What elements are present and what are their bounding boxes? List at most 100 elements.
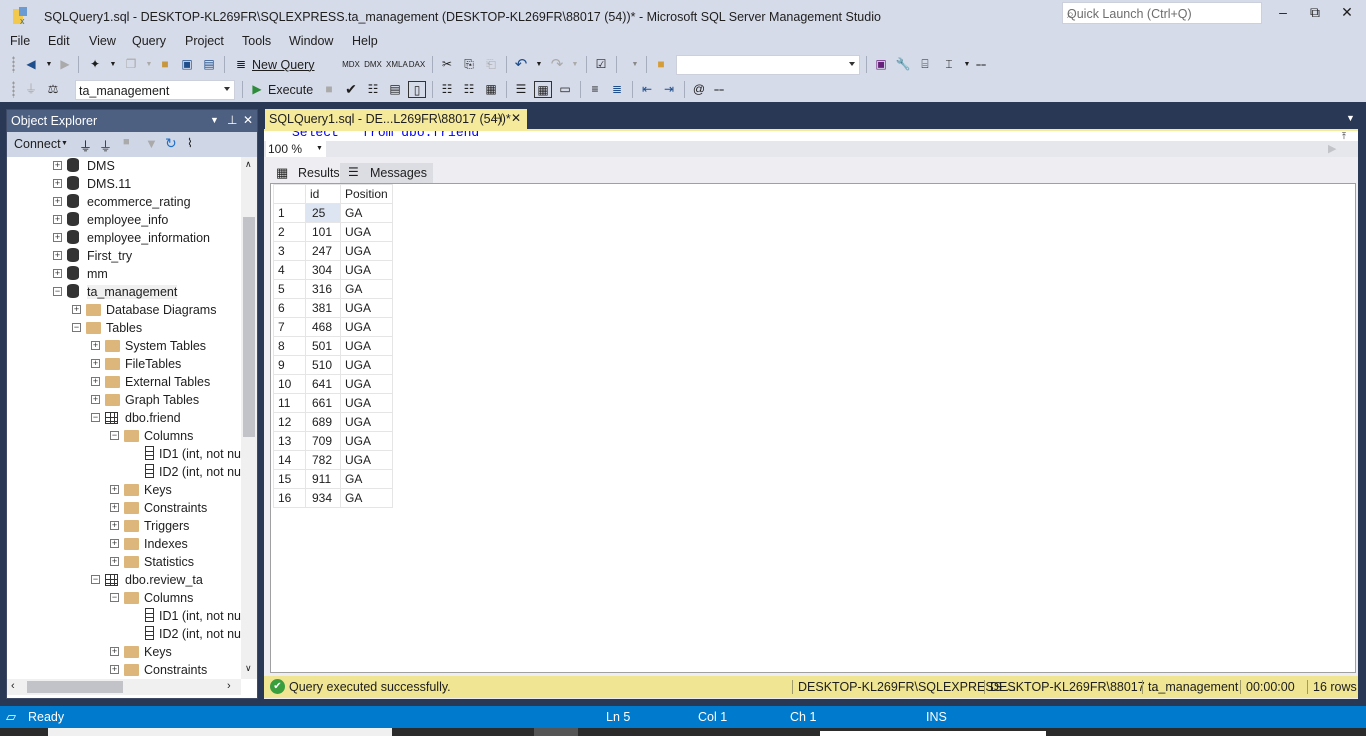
- tree-vertical-scrollbar[interactable]: ∧ ∨: [241, 157, 257, 679]
- copy-icon[interactable]: ⎘: [460, 56, 478, 73]
- scrollbar-thumb[interactable]: [243, 217, 255, 437]
- tree-node-folder[interactable]: + Indexes: [7, 535, 241, 553]
- results-to-text-icon[interactable]: ☰: [512, 81, 530, 98]
- window-position-dropdown-icon[interactable]: ▼: [210, 115, 219, 125]
- increase-indent-icon[interactable]: ⇥: [660, 81, 678, 98]
- position-cell[interactable]: UGA: [340, 298, 393, 318]
- expand-icon[interactable]: +: [53, 197, 62, 206]
- scroll-left-icon[interactable]: ‹: [11, 680, 15, 692]
- pin-tab-icon[interactable]: ⊣: [493, 112, 503, 125]
- sql-editor[interactable]: Select * from dbo.friend ⤒: [264, 131, 1358, 141]
- position-cell[interactable]: UGA: [340, 355, 393, 375]
- command-window-icon[interactable]: ⌶: [940, 56, 958, 73]
- row-number-cell[interactable]: 5: [273, 279, 306, 299]
- expand-icon[interactable]: +: [91, 359, 100, 368]
- table-row[interactable]: 14 782 UGA: [273, 450, 393, 470]
- tree-node-database[interactable]: + mm: [7, 265, 241, 283]
- table-row[interactable]: 5 316 GA: [273, 279, 393, 299]
- position-cell[interactable]: GA: [340, 488, 393, 508]
- uncomment-icon[interactable]: ≣: [608, 81, 626, 98]
- tree-node-folder[interactable]: − Tables: [7, 319, 241, 337]
- row-number-cell[interactable]: 8: [273, 336, 306, 356]
- row-number-cell[interactable]: 10: [273, 374, 306, 394]
- id-cell[interactable]: 641: [305, 374, 341, 394]
- row-number-header[interactable]: [273, 184, 306, 204]
- position-cell[interactable]: UGA: [340, 317, 393, 337]
- undo-icon[interactable]: ↶: [512, 56, 530, 73]
- table-row[interactable]: 16 934 GA: [273, 488, 393, 508]
- row-number-cell[interactable]: 12: [273, 412, 306, 432]
- split-editor-icon[interactable]: ⤒: [1342, 131, 1346, 141]
- scroll-up-icon[interactable]: ∧: [245, 159, 252, 170]
- table-row[interactable]: 13 709 UGA: [273, 431, 393, 451]
- forward-icon[interactable]: ▶: [56, 56, 74, 73]
- table-row[interactable]: 12 689 UGA: [273, 412, 393, 432]
- tree-node-database[interactable]: + employee_info: [7, 211, 241, 229]
- new-query-icon[interactable]: ≣: [232, 56, 250, 73]
- id-cell[interactable]: 782: [305, 450, 341, 470]
- tree-node-folder[interactable]: + System Tables: [7, 337, 241, 355]
- filter-icon[interactable]: ▼: [145, 136, 158, 151]
- toolbar-grip[interactable]: [12, 56, 15, 73]
- toolbar-grip[interactable]: [12, 81, 15, 98]
- connect-plug-icon[interactable]: ⏚: [79, 136, 92, 155]
- tree-node-column[interactable]: ID2 (int, not nu: [7, 463, 241, 481]
- expand-icon[interactable]: +: [110, 485, 119, 494]
- position-cell[interactable]: UGA: [340, 222, 393, 242]
- column-header-position[interactable]: Position: [340, 184, 393, 204]
- client-statistics-icon[interactable]: ▦: [482, 81, 500, 98]
- refresh-icon[interactable]: ↻: [165, 135, 177, 152]
- row-number-cell[interactable]: 7: [273, 317, 306, 337]
- menu-edit[interactable]: Edit: [48, 34, 70, 48]
- open-file-icon[interactable]: ■: [156, 56, 174, 73]
- expand-icon[interactable]: +: [110, 503, 119, 512]
- change-connection-icon[interactable]: ⚖: [44, 81, 62, 98]
- document-list-dropdown-icon[interactable]: ▼: [1346, 113, 1355, 123]
- quick-launch-input[interactable]: Quick Launch (Ctrl+Q) ⌕: [1062, 2, 1262, 24]
- position-cell[interactable]: GA: [340, 203, 393, 223]
- new-query-button[interactable]: New Query: [252, 58, 315, 72]
- expand-icon[interactable]: +: [110, 665, 119, 674]
- row-number-cell[interactable]: 2: [273, 222, 306, 242]
- position-cell[interactable]: UGA: [340, 374, 393, 394]
- tree-node-folder[interactable]: + External Tables: [7, 373, 241, 391]
- undo-dropdown-icon[interactable]: ▼: [530, 56, 548, 73]
- position-cell[interactable]: UGA: [340, 336, 393, 356]
- query-designer-icon[interactable]: ▤: [386, 81, 404, 98]
- tab-sqlquery1[interactable]: SQLQuery1.sql - DE...L269FR\88017 (54))*…: [265, 109, 527, 129]
- column-header-id[interactable]: id: [305, 184, 341, 204]
- specify-template-values-icon[interactable]: @: [690, 81, 708, 98]
- tree-node-folder[interactable]: + Database Diagrams: [7, 301, 241, 319]
- add-item-icon[interactable]: ❐: [122, 56, 140, 73]
- expand-icon[interactable]: +: [110, 557, 119, 566]
- tree-node-folder[interactable]: + Constraints: [7, 661, 241, 679]
- mdx-query-icon[interactable]: MDX: [342, 56, 360, 73]
- table-row[interactable]: 2 101 UGA: [273, 222, 393, 242]
- tree-node-column[interactable]: ID2 (int, not nu: [7, 625, 241, 643]
- find-in-files-icon[interactable]: ■: [652, 56, 670, 73]
- position-cell[interactable]: UGA: [340, 260, 393, 280]
- tree-node-folder[interactable]: + Constraints: [7, 499, 241, 517]
- position-cell[interactable]: GA: [340, 279, 393, 299]
- expand-icon[interactable]: +: [53, 215, 62, 224]
- xmla-query-icon[interactable]: XMLA: [386, 56, 408, 73]
- tree-node-folder[interactable]: + Graph Tables: [7, 391, 241, 409]
- collapse-icon[interactable]: −: [110, 593, 119, 602]
- expand-icon[interactable]: +: [72, 305, 81, 314]
- id-cell[interactable]: 911: [305, 469, 341, 489]
- properties-wrench-icon[interactable]: 🔧: [894, 56, 912, 73]
- expand-icon[interactable]: +: [53, 179, 62, 188]
- expand-icon[interactable]: +: [91, 377, 100, 386]
- tree-node-folder[interactable]: − Columns: [7, 427, 241, 445]
- restore-button[interactable]: ⧉: [1300, 4, 1330, 24]
- dmx-query-icon[interactable]: DMX: [364, 56, 382, 73]
- menu-window[interactable]: Window: [289, 34, 333, 48]
- menu-project[interactable]: Project: [185, 34, 224, 48]
- results-grid[interactable]: id Position 1 25 GA 2 101 UGA 3 247 UGA 4 304 UGA 5 3…: [270, 183, 1356, 673]
- id-cell[interactable]: 25: [305, 203, 341, 223]
- id-cell[interactable]: 468: [305, 317, 341, 337]
- tree-node-folder[interactable]: + Keys: [7, 481, 241, 499]
- tree-node-folder[interactable]: + Keys: [7, 643, 241, 661]
- tree-node-database[interactable]: + employee_information: [7, 229, 241, 247]
- row-number-cell[interactable]: 13: [273, 431, 306, 451]
